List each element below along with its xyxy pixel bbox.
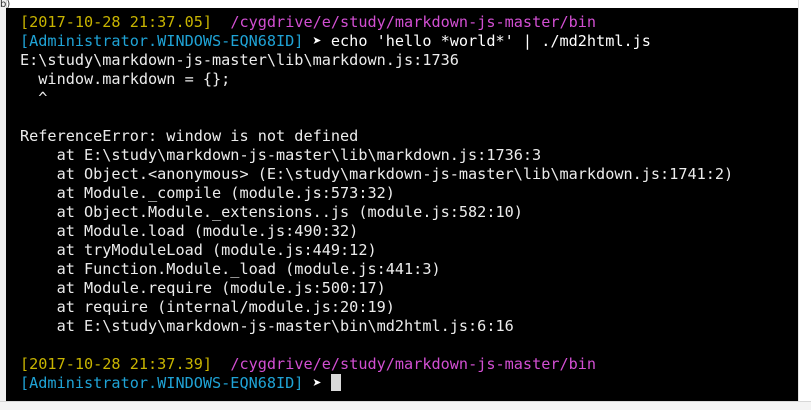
- terminal-line: ^: [20, 89, 799, 108]
- terminal-text-out: at Object.<anonymous> (E:\study\markdown…: [20, 165, 734, 183]
- terminal-text-out: ReferenceError: window is not defined: [20, 127, 359, 145]
- terminal-text-out: at Module._compile (module.js:573:32): [20, 184, 395, 202]
- terminal-text-out: [212, 13, 230, 31]
- terminal-text-out: at Object.Module._extensions..js (module…: [20, 203, 523, 221]
- terminal-text-prompt-user: [Administrator.WINDOWS-EQN68ID]: [20, 32, 304, 50]
- text-cursor: [330, 374, 341, 391]
- terminal-text-prompt-user: [Administrator.WINDOWS-EQN68ID]: [20, 374, 304, 392]
- terminal-line: ReferenceError: window is not defined: [20, 127, 799, 146]
- terminal-line: [2017-10-28 21:37.39] /cygdrive/e/study/…: [20, 355, 799, 374]
- terminal-line: window.markdown = {};: [20, 70, 799, 89]
- window-bottom-edge: [0, 401, 811, 410]
- terminal-line: at Function.Module._load (module.js:441:…: [20, 260, 799, 279]
- terminal-text-out: at Function.Module._load (module.js:441:…: [20, 260, 441, 278]
- terminal-text-timestamp: [2017-10-28 21:37.05]: [20, 13, 213, 31]
- terminal-text-out: at tryModuleLoad (module.js:449:12): [20, 241, 377, 259]
- terminal-text-timestamp: [2017-10-28 21:37.39]: [20, 355, 213, 373]
- terminal-text-out: ^: [20, 89, 48, 107]
- terminal-line: at Object.Module._extensions..js (module…: [20, 203, 799, 222]
- terminal-window[interactable]: [2017-10-28 21:37.05] /cygdrive/e/study/…: [6, 8, 799, 402]
- terminal-line: at require (internal/module.js:20:19): [20, 298, 799, 317]
- terminal-line: E:\study\markdown-js-master\lib\markdown…: [20, 51, 799, 70]
- terminal-line: at E:\study\markdown-js-master\bin\md2ht…: [20, 317, 799, 336]
- terminal-text-out: at E:\study\markdown-js-master\lib\markd…: [20, 146, 542, 164]
- window-right-edge: [798, 0, 811, 410]
- terminal-text-out: [212, 355, 230, 373]
- terminal-output[interactable]: [2017-10-28 21:37.05] /cygdrive/e/study/…: [20, 13, 799, 402]
- terminal-text-path: /cygdrive/e/study/markdown-js-master/bin: [230, 13, 597, 31]
- terminal-text-out: E:\study\markdown-js-master\lib\markdown…: [20, 51, 459, 69]
- terminal-text-prompt-arrow: ➤: [303, 32, 331, 50]
- terminal-text-out: at require (internal/module.js:20:19): [20, 298, 395, 316]
- terminal-line: at Module.require (module.js:500:17): [20, 279, 799, 298]
- terminal-line: [2017-10-28 21:37.05] /cygdrive/e/study/…: [20, 13, 799, 32]
- terminal-text-prompt-arrow: ➤: [303, 374, 331, 392]
- terminal-text-path: /cygdrive/e/study/markdown-js-master/bin: [230, 355, 597, 373]
- terminal-text-out: window.markdown = {};: [20, 70, 231, 88]
- terminal-line: at tryModuleLoad (module.js:449:12): [20, 241, 799, 260]
- screenshot-canvas: b) [2017-10-28 21:37.05] /cygdrive/e/stu…: [0, 0, 811, 410]
- terminal-line: at Module.load (module.js:490:32): [20, 222, 799, 241]
- terminal-line: [Administrator.WINDOWS-EQN68ID] ➤: [20, 374, 799, 393]
- terminal-line: at Module._compile (module.js:573:32): [20, 184, 799, 203]
- terminal-line: [Administrator.WINDOWS-EQN68ID] ➤ echo '…: [20, 32, 799, 51]
- terminal-text-cmd: echo 'hello *world*' | ./md2html.js: [330, 32, 651, 50]
- terminal-line: at Object.<anonymous> (E:\study\markdown…: [20, 165, 799, 184]
- terminal-text-out: at E:\study\markdown-js-master\bin\md2ht…: [20, 317, 514, 335]
- terminal-text-out: at Module.load (module.js:490:32): [20, 222, 359, 240]
- terminal-text-out: at Module.require (module.js:500:17): [20, 279, 386, 297]
- terminal-line: at E:\study\markdown-js-master\lib\markd…: [20, 146, 799, 165]
